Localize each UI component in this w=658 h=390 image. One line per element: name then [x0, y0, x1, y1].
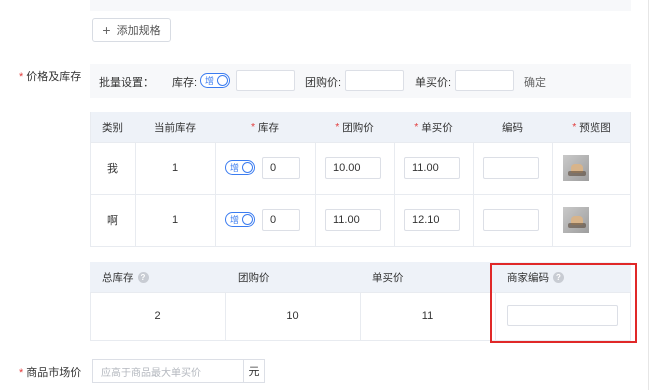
summary-group-price-header: 团购价	[238, 271, 270, 284]
required-mark: *	[19, 367, 24, 379]
toggle-knob	[217, 75, 228, 86]
row-divider	[90, 246, 631, 247]
row2-group-price-input[interactable]: 11.00	[325, 209, 381, 231]
row1-category: 我	[107, 163, 118, 175]
col-current-stock: 当前库存	[154, 121, 196, 134]
col-group-price: * 团购价	[335, 121, 374, 134]
plus-icon: +	[102, 22, 111, 38]
toggle-knob	[242, 162, 253, 173]
batch-stock-toggle[interactable]: 增	[200, 73, 230, 88]
row2-stock-input[interactable]: 0	[262, 209, 300, 231]
summary-total-stock-value: 2	[154, 310, 161, 322]
col-divider	[552, 142, 553, 246]
batch-group-price-label: 团购价:	[305, 77, 342, 89]
summary-group-price-value: 10	[286, 310, 299, 322]
batch-stock-input[interactable]	[236, 70, 295, 91]
batch-group-price-input[interactable]	[345, 70, 404, 91]
row2-category: 啊	[107, 215, 118, 227]
add-spec-label: 添加规格	[116, 25, 161, 37]
row2-current-stock: 1	[171, 214, 179, 226]
col-divider	[630, 112, 631, 247]
row2-code-input[interactable]	[483, 209, 539, 231]
col-category: 类别	[102, 121, 123, 134]
market-price-label: * 商品市场价	[19, 367, 82, 379]
summary-single-price-value: 11	[421, 310, 434, 322]
batch-single-price-input[interactable]	[455, 70, 514, 91]
summary-single-price-header: 单买价	[372, 271, 404, 284]
required-mark: *	[19, 71, 24, 83]
row1-current-stock: 1	[171, 162, 179, 174]
col-divider	[315, 142, 316, 246]
row1-code-input[interactable]	[483, 157, 539, 179]
col-divider	[473, 142, 474, 246]
col-single-price: * 单买价	[414, 121, 453, 134]
help-icon[interactable]: ?	[137, 271, 149, 283]
col-divider	[394, 142, 395, 246]
row1-group-price-input[interactable]: 10.00	[325, 157, 381, 179]
col-preview: * 预览图	[572, 121, 611, 134]
row2-preview-image[interactable]	[563, 207, 589, 233]
row1-stock-input[interactable]: 0	[262, 157, 300, 179]
add-spec-button[interactable]: + 添加规格	[92, 18, 171, 42]
market-price-input[interactable]: 应高于商品最大单买价	[92, 359, 244, 383]
market-price-unit: 元	[243, 359, 265, 383]
batch-single-price-label: 单买价:	[415, 77, 452, 89]
highlight-box	[490, 263, 637, 343]
row2-stock-toggle[interactable]: 增	[225, 212, 255, 227]
spec-panel-bottom	[90, 0, 631, 11]
col-code: 编码	[502, 121, 523, 134]
batch-confirm-button[interactable]: 确定	[524, 74, 546, 90]
price-stock-label: * 价格及库存	[19, 71, 82, 83]
row1-stock-toggle[interactable]: 增	[225, 160, 255, 175]
batch-stock-label: 库存:	[172, 77, 198, 89]
toggle-knob	[242, 214, 253, 225]
row1-single-price-input[interactable]: 11.00	[404, 157, 460, 179]
row1-preview-image[interactable]	[563, 155, 589, 181]
col-stock: * 库存	[250, 121, 280, 134]
summary-total-stock-header: 总库存?	[102, 262, 149, 292]
batch-title: 批量设置：	[99, 77, 154, 89]
row2-single-price-input[interactable]: 12.10	[404, 209, 460, 231]
col-divider	[215, 142, 216, 246]
scrollbar-track[interactable]	[648, 0, 649, 390]
